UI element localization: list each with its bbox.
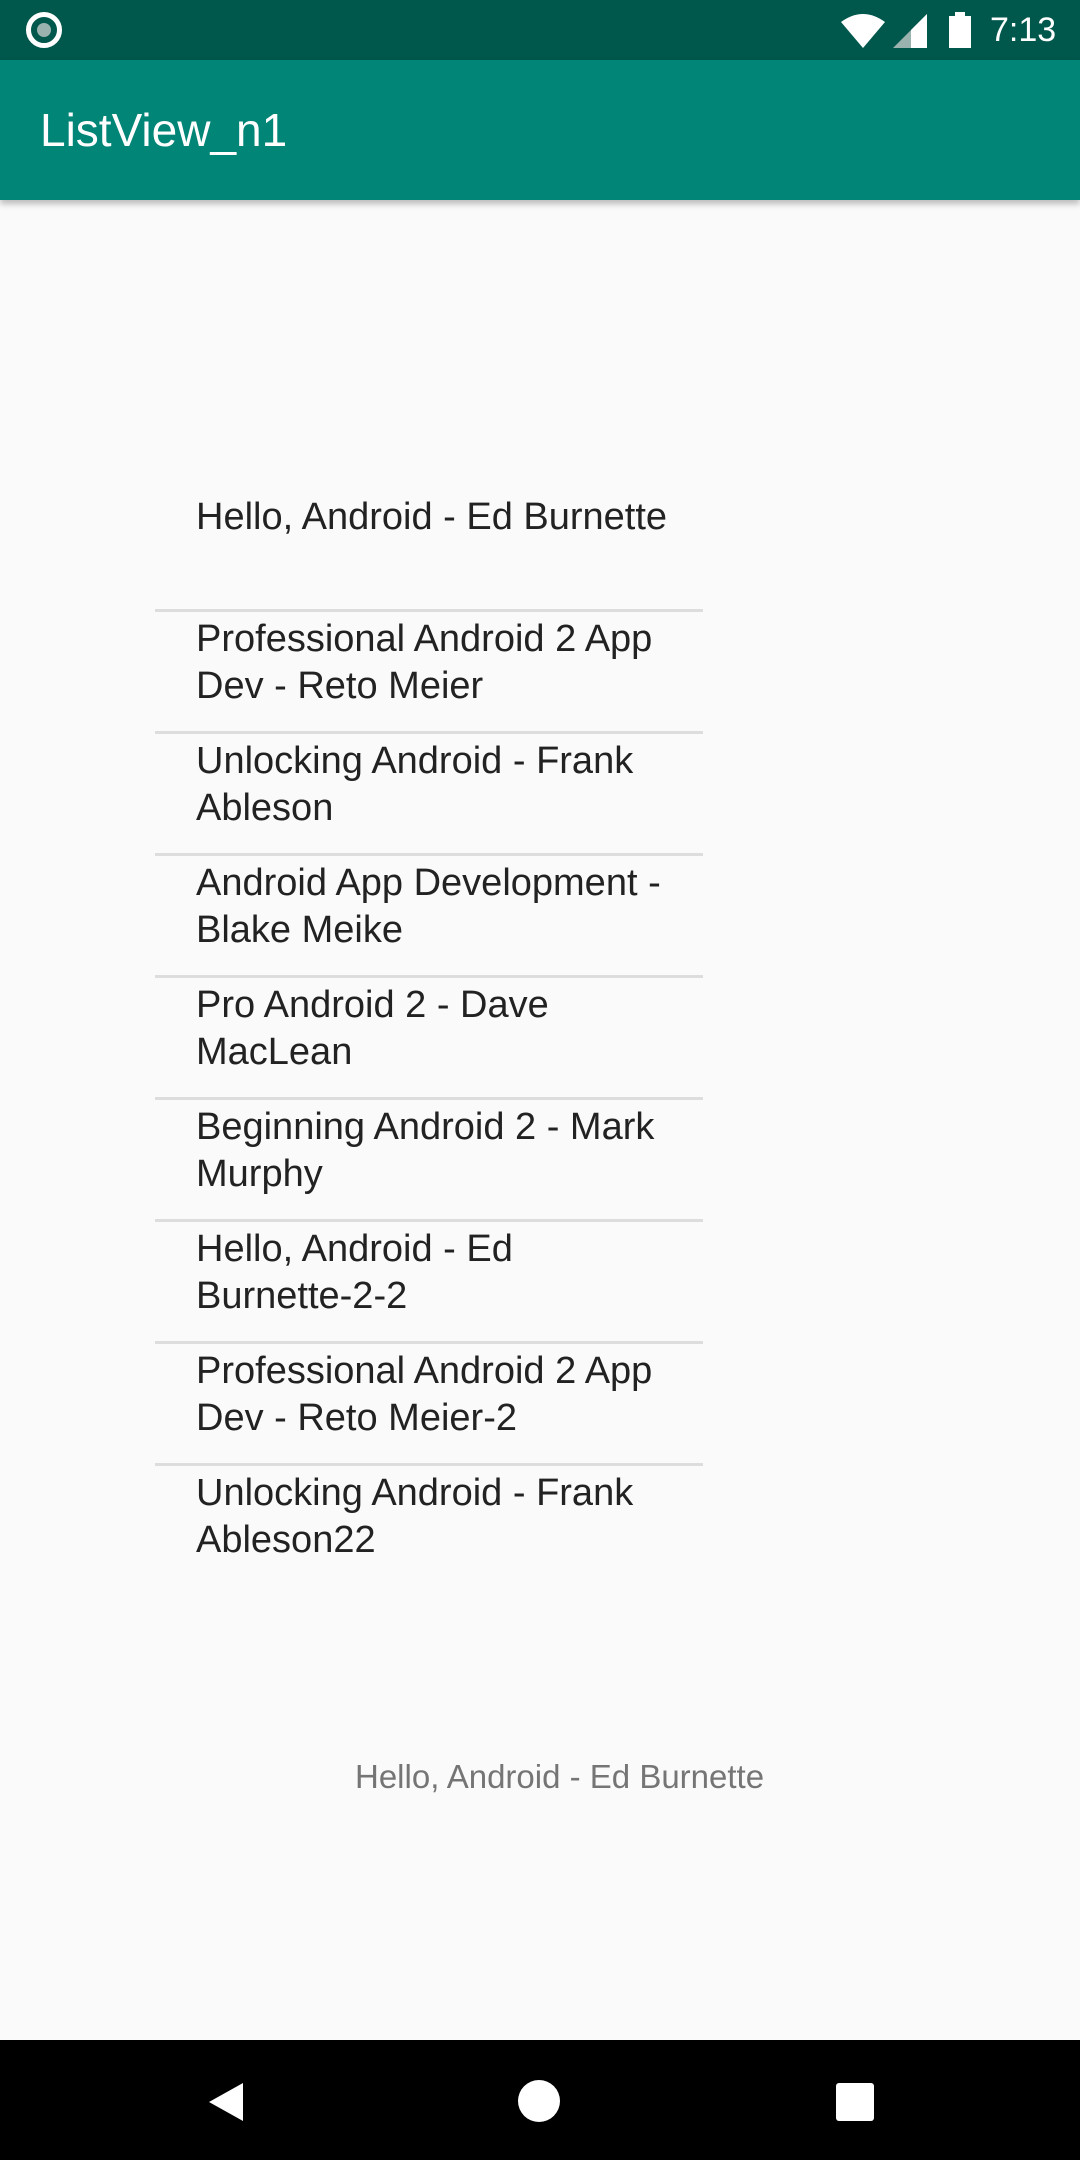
list-item-label: Hello, Android - Ed Burnette-2-2 (196, 1228, 513, 1317)
wifi-icon (841, 14, 885, 48)
app-title: ListView_n1 (40, 104, 288, 156)
list-item[interactable]: Hello, Android - Ed Burnette-2-2 (155, 1222, 703, 1344)
status-bar: 7:13 (0, 0, 1080, 60)
list-item-label: Unlocking Android - Frank Ableson (196, 740, 634, 829)
list-item[interactable]: Android App Development - Blake Meike (155, 856, 703, 978)
back-icon[interactable] (207, 2083, 245, 2121)
home-icon[interactable] (518, 2080, 560, 2122)
app-bar: ListView_n1 (0, 60, 1080, 200)
notification-dot-icon (26, 12, 62, 48)
cell-signal-icon (893, 14, 927, 48)
list-item[interactable]: Unlocking Android - Frank Ableson (155, 734, 703, 856)
list-item-label: Pro Android 2 - Dave MacLean (196, 984, 549, 1073)
list-item[interactable]: Professional Android 2 App Dev - Reto Me… (155, 612, 703, 734)
list-item[interactable]: Professional Android 2 App Dev - Reto Me… (155, 1344, 703, 1466)
recents-icon[interactable] (836, 2083, 874, 2121)
list-item[interactable]: Unlocking Android - Frank Ableson22 (155, 1466, 703, 1588)
list-item-label: Professional Android 2 App Dev - Reto Me… (196, 618, 653, 707)
selected-item-text: Hello, Android - Ed Burnette (355, 1758, 765, 1795)
status-time: 7:13 (990, 11, 1057, 49)
book-list[interactable]: Hello, Android - Ed Burnette Professiona… (155, 490, 703, 1588)
list-item-label: Professional Android 2 App Dev - Reto Me… (196, 1350, 653, 1439)
battery-icon (949, 12, 971, 48)
list-item[interactable]: Hello, Android - Ed Burnette (155, 490, 703, 612)
list-item-label: Beginning Android 2 - Mark Murphy (196, 1106, 655, 1195)
list-item-label: Unlocking Android - Frank Ableson22 (196, 1472, 634, 1561)
list-item[interactable]: Beginning Android 2 - Mark Murphy (155, 1100, 703, 1222)
list-item-label: Android App Development - Blake Meike (196, 862, 661, 951)
list-item-label: Hello, Android - Ed Burnette (196, 496, 668, 538)
list-item[interactable]: Pro Android 2 - Dave MacLean (155, 978, 703, 1100)
